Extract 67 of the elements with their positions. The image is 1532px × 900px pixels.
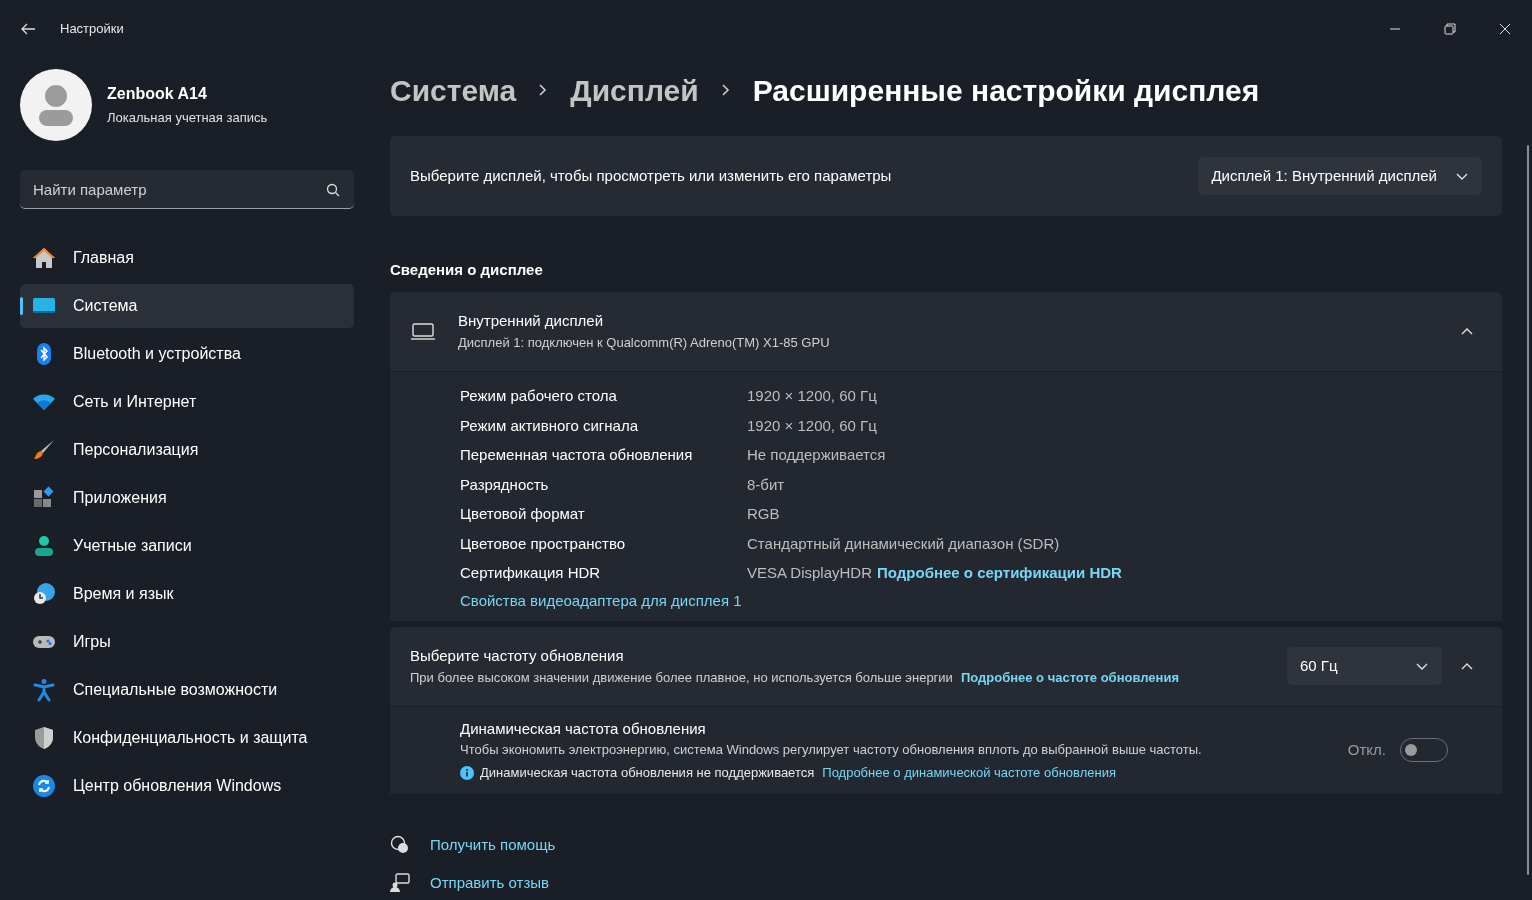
display-subtitle: Дисплей 1: подключен к Qualcomm(R) Adreno(TM) X1-85 GPU bbox=[458, 333, 830, 352]
help-chat-icon bbox=[390, 834, 410, 855]
property-label: Разрядность bbox=[460, 474, 550, 495]
feedback-icon bbox=[390, 873, 410, 894]
back-arrow-icon bbox=[20, 21, 36, 37]
sidebar-item[interactable]: Центр обновления Windows bbox=[20, 764, 354, 808]
breadcrumb-item[interactable]: Дисплей bbox=[570, 67, 699, 113]
section-title: Сведения о дисплее bbox=[390, 260, 544, 280]
sidebar-item[interactable]: Учетные записи bbox=[20, 524, 354, 568]
unsupported-note: Динамическая частота обновления не поддерживается bbox=[480, 763, 815, 782]
property-label: Сертификация HDR bbox=[460, 563, 602, 583]
sidebar-item[interactable]: Специальные возможности bbox=[20, 668, 354, 712]
dynamic-refresh-description: Чтобы экономить электроэнергию, система Windows регулирует частоту обновления вплоть до выбранной выше частоты. bbox=[460, 741, 1202, 760]
sidebar-item[interactable]: Сеть и Интернет bbox=[20, 380, 354, 424]
display-select-label: Выберите дисплей, чтобы просмотреть или изменить его параметры bbox=[410, 165, 892, 186]
property-value: 8-бит bbox=[747, 474, 785, 495]
sidebar-item[interactable]: Персонализация bbox=[20, 428, 354, 472]
footer-link[interactable]: Отправить отзыв bbox=[430, 872, 550, 895]
dynamic-refresh-link[interactable]: Подробнее о динамической частоте обновления bbox=[822, 762, 1116, 783]
apps-icon bbox=[32, 486, 56, 510]
search-field[interactable]: Найти параметр bbox=[20, 170, 354, 209]
laptop-icon bbox=[410, 321, 436, 341]
hdr-info-link[interactable]: Подробнее о сертификации HDR bbox=[877, 562, 1122, 585]
property-label: Переменная частота обновления bbox=[460, 445, 694, 465]
refresh-title: Выберите частоту обновления bbox=[410, 646, 625, 666]
sidebar-item[interactable]: Главная bbox=[20, 236, 354, 280]
dynamic-refresh-title: Динамическая частота обновления bbox=[460, 718, 707, 739]
footer-link[interactable]: Получить помощь bbox=[430, 833, 556, 856]
window-title: Настройки bbox=[60, 20, 124, 39]
restore-icon bbox=[1443, 23, 1456, 35]
refresh-info-link[interactable]: Подробнее о частоте обновления bbox=[960, 667, 1179, 687]
account-type: Локальная учетная запись bbox=[107, 109, 268, 128]
property-value: RGB bbox=[747, 504, 780, 524]
close-icon bbox=[1498, 23, 1511, 35]
refresh-rate-dropdown[interactable]: 60 Гц bbox=[1287, 647, 1442, 685]
breadcrumb-item[interactable]: Система bbox=[390, 67, 517, 113]
property-label: Режим рабочего стола bbox=[460, 386, 618, 406]
sidebar-item[interactable]: Конфиденциальность и защита bbox=[20, 716, 354, 760]
property-value: 1920 × 1200, 60 Гц bbox=[747, 386, 877, 406]
property-label: Режим активного сигнала bbox=[460, 415, 640, 436]
refresh-icon bbox=[32, 774, 56, 798]
sidebar-item[interactable]: Приложения bbox=[20, 476, 354, 520]
display-dropdown[interactable]: Дисплей 1: Внутренний дисплей bbox=[1198, 157, 1482, 195]
sidebar-item[interactable]: Игры bbox=[20, 620, 354, 664]
house-icon bbox=[32, 246, 56, 270]
adapter-properties-link[interactable]: Свойства видеоадаптера для дисплея 1 bbox=[460, 590, 742, 613]
refresh-description: При более высоком значении движение более плавное, но используется больше энергии bbox=[410, 668, 953, 687]
sidebar-item[interactable]: Система bbox=[20, 284, 354, 328]
display-title: Внутренний дисплей bbox=[458, 311, 605, 331]
account-name: Zenbook A14 bbox=[107, 84, 208, 105]
accessibility-icon bbox=[32, 678, 56, 702]
shield-icon bbox=[32, 726, 56, 750]
property-value: Не поддерживается bbox=[747, 445, 886, 465]
toggle-state-label: Откл. bbox=[1347, 739, 1386, 760]
property-label: Цветовое пространство bbox=[460, 533, 627, 554]
globe-clock-icon bbox=[32, 582, 56, 606]
property-value: Стандартный динамический диапазон (SDR) bbox=[747, 533, 1060, 554]
property-value: VESA DisplayHDR bbox=[747, 563, 873, 583]
breadcrumb-item: Расширенные настройки дисплея bbox=[752, 72, 1260, 109]
property-label: Цветовой формат bbox=[460, 504, 586, 524]
sidebar-item[interactable]: Bluetooth и устройства bbox=[20, 332, 354, 376]
property-value: 1920 × 1200, 60 Гц bbox=[747, 415, 877, 436]
paintbrush-icon bbox=[32, 438, 56, 462]
search-icon bbox=[326, 183, 340, 197]
person-icon bbox=[32, 534, 56, 558]
info-icon bbox=[460, 765, 474, 780]
sidebar-item[interactable]: Время и язык bbox=[20, 572, 354, 616]
